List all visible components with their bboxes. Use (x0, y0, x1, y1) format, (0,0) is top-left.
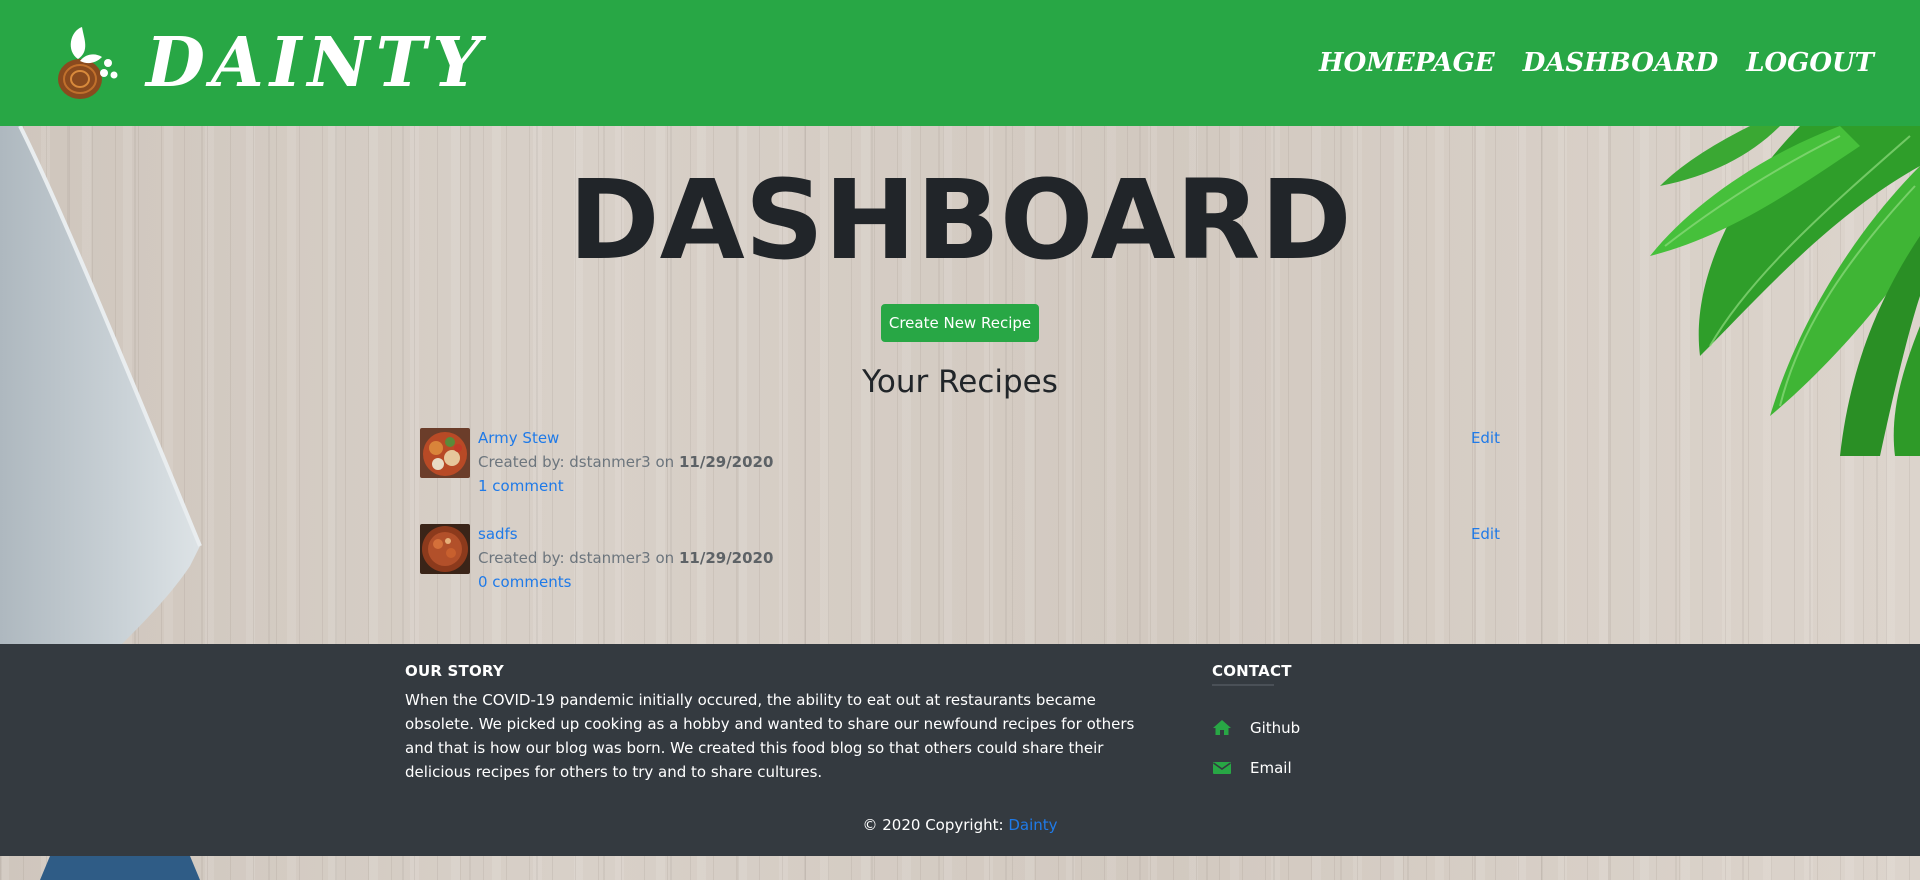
recipe-date: 11/29/2020 (678, 549, 774, 567)
sadfs-thumbnail-image (420, 524, 470, 574)
contact-email-label[interactable]: Email (1250, 759, 1292, 777)
recipe-date: 11/29/2020 (678, 453, 774, 471)
nav-links: HOMEPAGE DASHBOARD LOGOUT (1319, 48, 1874, 78)
recipe-created-by: Created by: dstanmer3 on (478, 549, 675, 567)
recipe-title-link[interactable]: sadfs (478, 522, 773, 546)
our-story-heading: OUR STORY (405, 662, 504, 680)
contact-section: CONTACT Github Email (1212, 662, 1512, 788)
copyright-brand-link[interactable]: Dainty (1008, 816, 1057, 834)
your-recipes-heading: Your Recipes (862, 364, 1058, 400)
navbar: DAINTY HOMEPAGE DASHBOARD LOGOUT (0, 0, 1920, 126)
recipe-body: sadfs Created by: dstanmer3 on 11/29/202… (478, 522, 773, 594)
recipe-item: sadfs Created by: dstanmer3 on 11/29/202… (420, 522, 1500, 602)
home-icon (1213, 720, 1231, 735)
recipe-comments-link[interactable]: 0 comments (478, 570, 773, 594)
nav-logout[interactable]: LOGOUT (1746, 48, 1874, 78)
envelope-icon (1213, 762, 1231, 774)
recipe-title-link[interactable]: Army Stew (478, 426, 773, 450)
brand-link[interactable]: DAINTY (56, 23, 487, 103)
recipe-thumbnail[interactable] (420, 428, 470, 478)
copyright: © 2020 Copyright: Dainty (0, 816, 1920, 834)
brand-name: DAINTY (146, 23, 487, 103)
recipe-meta: Created by: dstanmer3 on 11/29/2020 (478, 546, 773, 570)
recipe-created-by: Created by: dstanmer3 on (478, 453, 675, 471)
recipe-thumbnail[interactable] (420, 524, 470, 574)
copyright-text: © 2020 Copyright: (862, 816, 1004, 834)
contact-divider (1212, 684, 1274, 686)
knife-handle-decoration (40, 856, 200, 880)
our-story-text: When the COVID-19 pandemic initially occ… (405, 691, 1135, 781)
contact-email[interactable]: Email (1212, 748, 1512, 788)
page-title: DASHBOARD (568, 156, 1352, 284)
recipe-body: Army Stew Created by: dstanmer3 on 11/29… (478, 426, 773, 498)
footer: OUR STORY When the COVID-19 pandemic ini… (0, 644, 1920, 856)
recipe-item: Army Stew Created by: dstanmer3 on 11/29… (420, 426, 1500, 506)
leaf-logo-icon (58, 27, 118, 99)
contact-github-label[interactable]: Github (1250, 719, 1300, 737)
dashboard-main: DASHBOARD Create New Recipe Your Recipes… (0, 126, 1920, 644)
contact-heading: CONTACT (1212, 662, 1292, 680)
recipe-edit-link[interactable]: Edit (1471, 522, 1500, 546)
create-new-recipe-button[interactable]: Create New Recipe (881, 304, 1039, 342)
our-story-section: OUR STORY When the COVID-19 pandemic ini… (405, 662, 1145, 784)
recipe-edit-link[interactable]: Edit (1471, 426, 1500, 450)
contact-github[interactable]: Github (1212, 708, 1512, 748)
recipe-comments-link[interactable]: 1 comment (478, 474, 773, 498)
nav-dashboard[interactable]: DASHBOARD (1523, 48, 1719, 78)
army-stew-thumbnail-image (420, 428, 470, 478)
recipe-meta: Created by: dstanmer3 on 11/29/2020 (478, 450, 773, 474)
nav-homepage[interactable]: HOMEPAGE (1319, 48, 1495, 78)
